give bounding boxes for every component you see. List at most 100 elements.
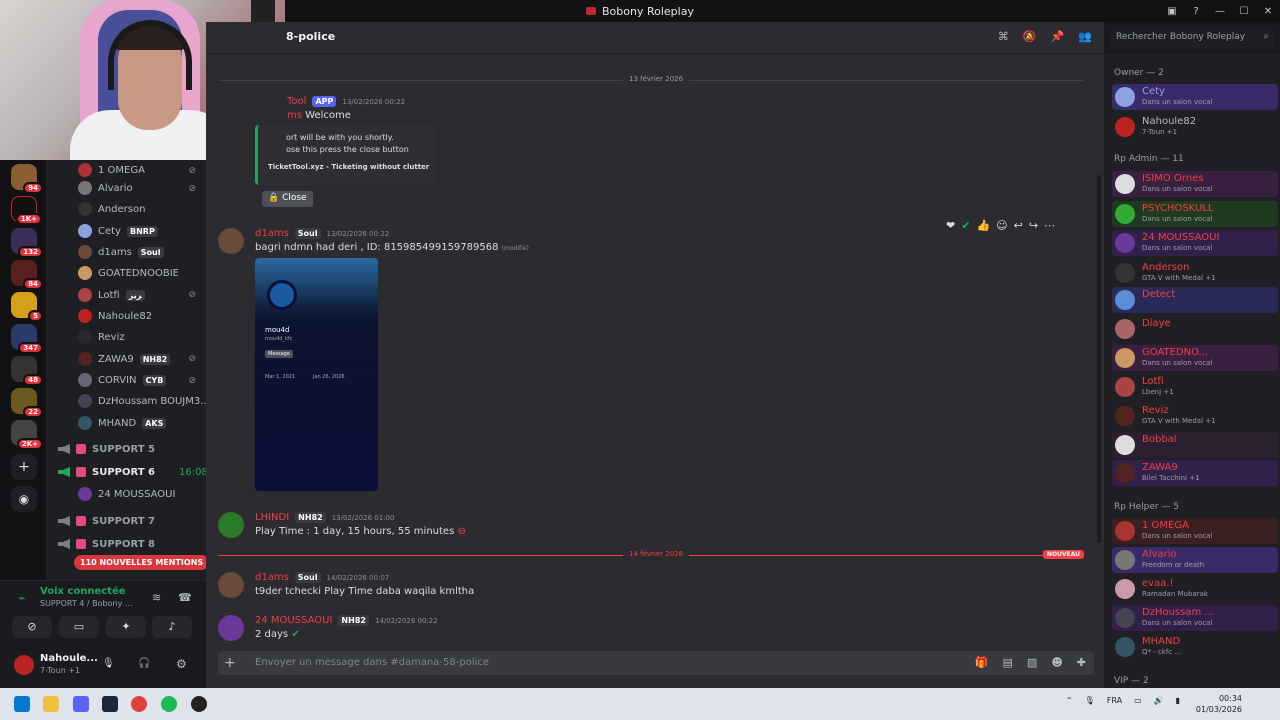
voice-user[interactable]: GOATEDNOOBIE <box>78 263 179 283</box>
more-icon[interactable]: ⋯ <box>1044 219 1055 232</box>
server-icon[interactable]: 22 <box>11 388 43 418</box>
screen-share-button[interactable]: ▭ <box>59 616 99 638</box>
thumbs-up-icon[interactable]: 👍 <box>976 219 990 232</box>
avatar[interactable] <box>218 512 244 538</box>
chrome-icon[interactable] <box>131 696 147 712</box>
threads-icon[interactable]: ⌘ <box>998 30 1009 43</box>
gift-icon[interactable]: 🎁 <box>975 656 989 669</box>
message-author[interactable]: d1ams Soul 14/02/2026 00:07 <box>255 572 389 583</box>
message-author[interactable]: d1ams Soul 13/02/2026 00:22 <box>255 228 389 239</box>
noise-icon[interactable]: ≋ <box>152 591 161 604</box>
attachment-image[interactable]: mou4d mou4d_kfc Message Mar 1, 2021 Jan … <box>255 258 378 491</box>
server-icon[interactable]: 48 <box>11 356 43 386</box>
microphone-tray-icon[interactable]: 🎙 <box>1085 696 1095 705</box>
minimize-button[interactable]: — <box>1208 6 1232 17</box>
voice-user[interactable]: CORVIN CYB <box>78 370 167 390</box>
add-server-icon[interactable]: + <box>11 454 37 480</box>
member-item[interactable]: ISIMO Ornes Dans un salon vocal <box>1112 171 1278 197</box>
voice-user[interactable]: 24 MOUSSAOUI <box>78 484 175 504</box>
message-author[interactable]: Tool APP 13/02/2026 00:22 <box>287 96 405 107</box>
member-item[interactable]: 1 OMEGA Dans un salon vocal <box>1112 518 1278 544</box>
microphone-icon[interactable]: 🎙 <box>102 658 115 669</box>
voice-user[interactable]: DzHoussam BOUJM3... <box>78 391 210 411</box>
emoji-icon[interactable]: ☻ <box>1051 656 1062 669</box>
language-indicator[interactable]: FRA <box>1107 696 1122 705</box>
inbox-icon[interactable]: ▣ <box>1160 6 1184 17</box>
activities-button[interactable]: ✦ <box>106 616 146 638</box>
member-item[interactable]: evaa.! Ramadan Mubarak <box>1112 576 1278 602</box>
reply-icon[interactable]: ↩ <box>1014 219 1023 232</box>
heart-reaction-icon[interactable]: ❤ <box>946 219 955 232</box>
volume-icon[interactable]: 🔊 <box>1154 696 1164 705</box>
member-item[interactable]: GOATEDNO... Dans un salon vocal <box>1112 345 1278 371</box>
voice-channel-support-8[interactable]: SUPPORT 8 <box>58 534 155 554</box>
check-reaction-icon[interactable]: ✔ <box>961 219 970 232</box>
server-icon[interactable]: 132 <box>11 228 43 258</box>
close-ticket-button[interactable]: 🔒 Close <box>262 191 313 207</box>
gif-icon[interactable]: ▤ <box>1003 656 1013 669</box>
voice-user[interactable]: d1ams Soul <box>78 242 164 262</box>
disconnect-icon[interactable]: ☎ <box>178 591 192 604</box>
network-icon[interactable]: ▭ <box>1134 696 1142 705</box>
headphones-icon[interactable]: 🎧 <box>138 658 150 669</box>
member-item[interactable]: MHAND Q* - ckfc ... <box>1112 634 1278 660</box>
soundboard-button[interactable]: ♪ <box>152 616 192 638</box>
voice-user[interactable]: Alvario <box>78 178 133 198</box>
server-icon[interactable]: 5 <box>11 292 43 322</box>
discord-icon[interactable] <box>73 696 89 712</box>
chat-scrollbar[interactable] <box>1097 175 1101 543</box>
clock[interactable]: 00:34 01/03/2026 <box>1196 693 1242 715</box>
member-item[interactable]: Bobbal <box>1112 432 1278 458</box>
member-item[interactable]: PSYCHOSKULL Dans un salon vocal <box>1112 201 1278 227</box>
server-icon[interactable]: 347 <box>11 324 43 354</box>
voice-user[interactable]: Cety BNRP <box>78 221 158 241</box>
member-item[interactable]: Reviz GTA V with Medal +1 <box>1112 403 1278 429</box>
spotify-icon[interactable] <box>161 696 177 712</box>
notifications-icon[interactable]: 🔕 <box>1023 30 1037 43</box>
apps-icon[interactable]: ✚ <box>1077 656 1086 669</box>
member-item[interactable]: Lotfi Lbenj +1 <box>1112 374 1278 400</box>
maximize-button[interactable]: ☐ <box>1232 6 1256 17</box>
voice-user[interactable]: ZAWA9 NH82 <box>78 349 171 369</box>
server-icon[interactable]: 84 <box>11 260 43 290</box>
avatar[interactable] <box>14 655 34 675</box>
avatar[interactable] <box>218 228 244 254</box>
voice-channel-support-5[interactable]: SUPPORT 5 <box>58 439 155 459</box>
message-author[interactable]: LHINDI NH82 13/02/2026 01:00 <box>255 512 394 523</box>
message-author[interactable]: 24 MOUSSAOUI NH82 14/02/2026 00:22 <box>255 615 438 626</box>
voice-user[interactable]: Lotfi ﺮﻳﺰ <box>78 285 145 305</box>
sticker-icon[interactable]: ▧ <box>1027 656 1037 669</box>
member-item[interactable]: Alvario Freedom or death <box>1112 547 1278 573</box>
server-icon[interactable]: 94 <box>11 164 43 194</box>
steam-icon[interactable] <box>102 696 118 712</box>
member-item[interactable]: Diaye <box>1112 316 1278 342</box>
member-list-icon[interactable]: 👥 <box>1078 30 1092 43</box>
message-input[interactable]: + Envoyer un message dans #damana-58-pol… <box>218 651 1094 675</box>
voice-channel-support-7[interactable]: SUPPORT 7 <box>58 511 155 531</box>
file-explorer-icon[interactable] <box>43 696 59 712</box>
server-icon[interactable]: 2K+ <box>11 420 43 450</box>
server-icon[interactable]: 1K+ <box>11 196 42 225</box>
voice-user[interactable]: 1 OMEGA <box>78 160 145 180</box>
add-reaction-icon[interactable]: ☺ <box>996 219 1007 232</box>
member-item[interactable]: Cety Dans un salon vocal <box>1112 84 1278 110</box>
search-input[interactable]: Rechercher Bobony Roleplay ⌕ <box>1110 28 1275 48</box>
member-item[interactable]: Detect <box>1112 287 1278 313</box>
new-mentions-button[interactable]: 110 NOUVELLES MENTIONS <box>74 555 210 570</box>
voice-user[interactable]: Reviz <box>78 327 125 347</box>
voice-channel-support-6[interactable]: SUPPORT 6 16:08 <box>58 462 208 482</box>
forward-icon[interactable]: ↪ <box>1029 219 1038 232</box>
member-item[interactable]: 24 MOUSSAOUI Dans un salon vocal <box>1112 230 1278 256</box>
help-icon[interactable]: ? <box>1184 6 1208 17</box>
add-attachment-icon[interactable]: + <box>224 655 236 671</box>
close-window-button[interactable]: ✕ <box>1256 6 1280 17</box>
member-item[interactable]: Anderson GTA V with Medal +1 <box>1112 260 1278 286</box>
voice-user[interactable]: Nahoule82 <box>78 306 152 326</box>
chevron-up-icon[interactable]: ⌃ <box>1066 696 1073 705</box>
windows-start-icon[interactable] <box>14 696 30 712</box>
member-item[interactable]: Nahoule82 7-Toun +1 <box>1112 114 1278 140</box>
member-item[interactable]: ZAWA9 Bilel Tacchini +1 <box>1112 460 1278 486</box>
avatar[interactable] <box>218 615 244 641</box>
voice-user[interactable]: MHAND AKS <box>78 413 167 433</box>
voice-user[interactable]: Anderson <box>78 199 145 219</box>
